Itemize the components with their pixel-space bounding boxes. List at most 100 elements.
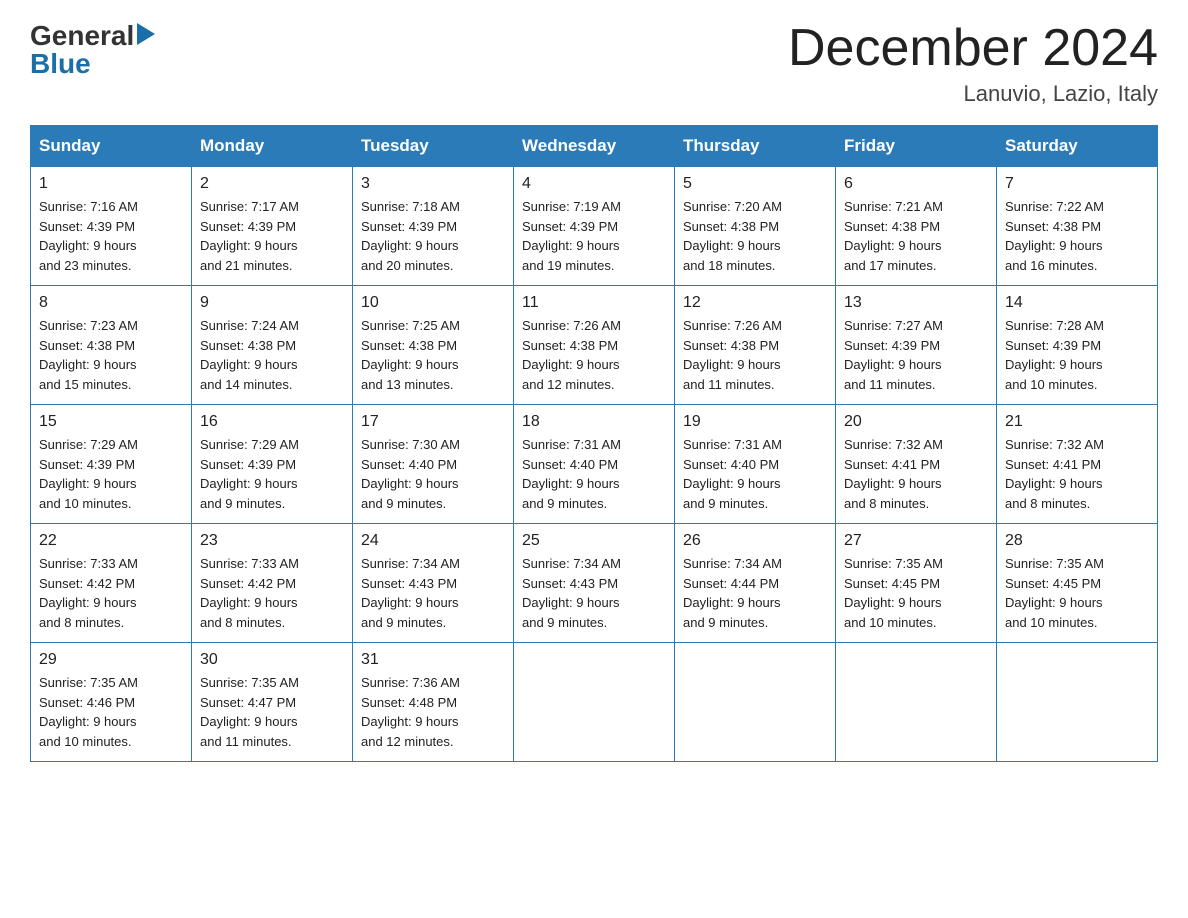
day-info: Sunrise: 7:35 AMSunset: 4:46 PMDaylight:… [39, 673, 183, 751]
day-number: 4 [522, 175, 666, 193]
title-area: December 2024 Lanuvio, Lazio, Italy [788, 20, 1158, 107]
calendar-cell: 5 Sunrise: 7:20 AMSunset: 4:38 PMDayligh… [675, 167, 836, 286]
day-number: 24 [361, 532, 505, 550]
day-info: Sunrise: 7:30 AMSunset: 4:40 PMDaylight:… [361, 435, 505, 513]
calendar-cell: 8 Sunrise: 7:23 AMSunset: 4:38 PMDayligh… [31, 286, 192, 405]
day-info: Sunrise: 7:26 AMSunset: 4:38 PMDaylight:… [683, 316, 827, 394]
calendar-cell: 14 Sunrise: 7:28 AMSunset: 4:39 PMDaylig… [997, 286, 1158, 405]
day-number: 26 [683, 532, 827, 550]
calendar-cell: 18 Sunrise: 7:31 AMSunset: 4:40 PMDaylig… [514, 405, 675, 524]
calendar-cell: 19 Sunrise: 7:31 AMSunset: 4:40 PMDaylig… [675, 405, 836, 524]
day-info: Sunrise: 7:33 AMSunset: 4:42 PMDaylight:… [200, 554, 344, 632]
col-friday: Friday [836, 126, 997, 167]
day-number: 23 [200, 532, 344, 550]
calendar-week-row: 1 Sunrise: 7:16 AMSunset: 4:39 PMDayligh… [31, 167, 1158, 286]
day-number: 19 [683, 413, 827, 431]
col-monday: Monday [192, 126, 353, 167]
day-info: Sunrise: 7:24 AMSunset: 4:38 PMDaylight:… [200, 316, 344, 394]
day-info: Sunrise: 7:36 AMSunset: 4:48 PMDaylight:… [361, 673, 505, 751]
day-info: Sunrise: 7:31 AMSunset: 4:40 PMDaylight:… [522, 435, 666, 513]
day-info: Sunrise: 7:34 AMSunset: 4:44 PMDaylight:… [683, 554, 827, 632]
day-number: 2 [200, 175, 344, 193]
day-info: Sunrise: 7:29 AMSunset: 4:39 PMDaylight:… [200, 435, 344, 513]
logo-blue-text: Blue [30, 48, 155, 80]
day-number: 10 [361, 294, 505, 312]
day-number: 25 [522, 532, 666, 550]
day-info: Sunrise: 7:32 AMSunset: 4:41 PMDaylight:… [844, 435, 988, 513]
day-number: 11 [522, 294, 666, 312]
day-number: 27 [844, 532, 988, 550]
calendar-cell: 3 Sunrise: 7:18 AMSunset: 4:39 PMDayligh… [353, 167, 514, 286]
day-number: 12 [683, 294, 827, 312]
calendar-cell: 17 Sunrise: 7:30 AMSunset: 4:40 PMDaylig… [353, 405, 514, 524]
calendar-cell: 29 Sunrise: 7:35 AMSunset: 4:46 PMDaylig… [31, 643, 192, 762]
calendar-table: Sunday Monday Tuesday Wednesday Thursday… [30, 125, 1158, 762]
calendar-cell: 6 Sunrise: 7:21 AMSunset: 4:38 PMDayligh… [836, 167, 997, 286]
day-info: Sunrise: 7:33 AMSunset: 4:42 PMDaylight:… [39, 554, 183, 632]
day-number: 6 [844, 175, 988, 193]
calendar-cell: 4 Sunrise: 7:19 AMSunset: 4:39 PMDayligh… [514, 167, 675, 286]
calendar-cell: 7 Sunrise: 7:22 AMSunset: 4:38 PMDayligh… [997, 167, 1158, 286]
day-info: Sunrise: 7:17 AMSunset: 4:39 PMDaylight:… [200, 197, 344, 275]
day-number: 22 [39, 532, 183, 550]
calendar-cell: 15 Sunrise: 7:29 AMSunset: 4:39 PMDaylig… [31, 405, 192, 524]
col-sunday: Sunday [31, 126, 192, 167]
day-info: Sunrise: 7:31 AMSunset: 4:40 PMDaylight:… [683, 435, 827, 513]
calendar-cell: 10 Sunrise: 7:25 AMSunset: 4:38 PMDaylig… [353, 286, 514, 405]
calendar-cell [514, 643, 675, 762]
calendar-cell: 20 Sunrise: 7:32 AMSunset: 4:41 PMDaylig… [836, 405, 997, 524]
calendar-cell [675, 643, 836, 762]
calendar-cell: 26 Sunrise: 7:34 AMSunset: 4:44 PMDaylig… [675, 524, 836, 643]
day-info: Sunrise: 7:20 AMSunset: 4:38 PMDaylight:… [683, 197, 827, 275]
col-thursday: Thursday [675, 126, 836, 167]
calendar-cell: 21 Sunrise: 7:32 AMSunset: 4:41 PMDaylig… [997, 405, 1158, 524]
calendar-cell [997, 643, 1158, 762]
calendar-cell: 13 Sunrise: 7:27 AMSunset: 4:39 PMDaylig… [836, 286, 997, 405]
day-info: Sunrise: 7:35 AMSunset: 4:45 PMDaylight:… [1005, 554, 1149, 632]
day-number: 16 [200, 413, 344, 431]
day-number: 7 [1005, 175, 1149, 193]
calendar-week-row: 8 Sunrise: 7:23 AMSunset: 4:38 PMDayligh… [31, 286, 1158, 405]
day-info: Sunrise: 7:16 AMSunset: 4:39 PMDaylight:… [39, 197, 183, 275]
col-tuesday: Tuesday [353, 126, 514, 167]
month-title: December 2024 [788, 20, 1158, 77]
calendar-cell: 27 Sunrise: 7:35 AMSunset: 4:45 PMDaylig… [836, 524, 997, 643]
calendar-cell: 30 Sunrise: 7:35 AMSunset: 4:47 PMDaylig… [192, 643, 353, 762]
day-number: 13 [844, 294, 988, 312]
calendar-cell: 1 Sunrise: 7:16 AMSunset: 4:39 PMDayligh… [31, 167, 192, 286]
day-info: Sunrise: 7:26 AMSunset: 4:38 PMDaylight:… [522, 316, 666, 394]
day-info: Sunrise: 7:32 AMSunset: 4:41 PMDaylight:… [1005, 435, 1149, 513]
day-info: Sunrise: 7:18 AMSunset: 4:39 PMDaylight:… [361, 197, 505, 275]
calendar-cell: 25 Sunrise: 7:34 AMSunset: 4:43 PMDaylig… [514, 524, 675, 643]
day-number: 15 [39, 413, 183, 431]
day-number: 14 [1005, 294, 1149, 312]
day-number: 3 [361, 175, 505, 193]
day-info: Sunrise: 7:22 AMSunset: 4:38 PMDaylight:… [1005, 197, 1149, 275]
calendar-cell: 16 Sunrise: 7:29 AMSunset: 4:39 PMDaylig… [192, 405, 353, 524]
calendar-cell: 12 Sunrise: 7:26 AMSunset: 4:38 PMDaylig… [675, 286, 836, 405]
day-number: 18 [522, 413, 666, 431]
page-header: General Blue December 2024 Lanuvio, Lazi… [30, 20, 1158, 107]
day-info: Sunrise: 7:35 AMSunset: 4:45 PMDaylight:… [844, 554, 988, 632]
day-number: 31 [361, 651, 505, 669]
col-saturday: Saturday [997, 126, 1158, 167]
day-info: Sunrise: 7:34 AMSunset: 4:43 PMDaylight:… [361, 554, 505, 632]
day-number: 30 [200, 651, 344, 669]
day-info: Sunrise: 7:21 AMSunset: 4:38 PMDaylight:… [844, 197, 988, 275]
location-title: Lanuvio, Lazio, Italy [788, 81, 1158, 107]
day-number: 21 [1005, 413, 1149, 431]
day-info: Sunrise: 7:27 AMSunset: 4:39 PMDaylight:… [844, 316, 988, 394]
day-info: Sunrise: 7:19 AMSunset: 4:39 PMDaylight:… [522, 197, 666, 275]
calendar-cell: 23 Sunrise: 7:33 AMSunset: 4:42 PMDaylig… [192, 524, 353, 643]
calendar-week-row: 22 Sunrise: 7:33 AMSunset: 4:42 PMDaylig… [31, 524, 1158, 643]
day-number: 17 [361, 413, 505, 431]
calendar-cell: 9 Sunrise: 7:24 AMSunset: 4:38 PMDayligh… [192, 286, 353, 405]
day-number: 20 [844, 413, 988, 431]
calendar-cell: 22 Sunrise: 7:33 AMSunset: 4:42 PMDaylig… [31, 524, 192, 643]
col-wednesday: Wednesday [514, 126, 675, 167]
day-number: 9 [200, 294, 344, 312]
logo: General Blue [30, 20, 155, 80]
header-row: Sunday Monday Tuesday Wednesday Thursday… [31, 126, 1158, 167]
day-info: Sunrise: 7:35 AMSunset: 4:47 PMDaylight:… [200, 673, 344, 751]
day-number: 1 [39, 175, 183, 193]
